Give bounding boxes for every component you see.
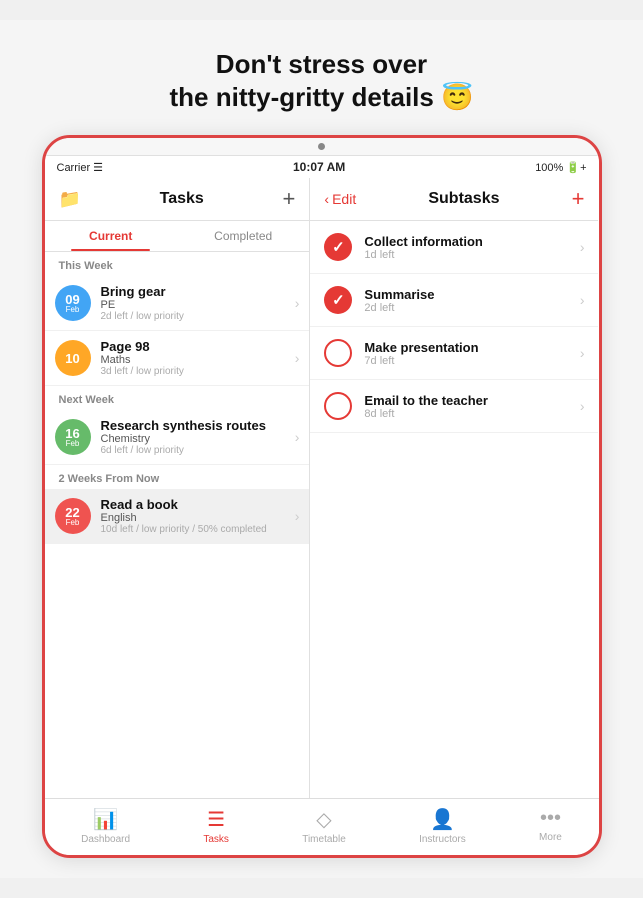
task-meta-page98: 3d left / low priority	[101, 366, 295, 377]
subtask-info-email: Email to the teacher 8d left	[364, 393, 579, 420]
headline-line1: Don't stress over	[216, 49, 427, 79]
instructors-icon: 👤	[430, 807, 455, 832]
check-circle-presentation	[324, 339, 352, 367]
subtask-arrow-email: ›	[580, 398, 585, 414]
task-subject-page98: Maths	[101, 354, 295, 366]
subtask-arrow-summarise: ›	[580, 292, 585, 308]
ipad-frame: Carrier ☰ 10:07 AM 100% 🔋+ 📁 Tasks + Cur…	[42, 135, 602, 858]
headline: Don't stress over the nitty-gritty detai…	[170, 48, 474, 113]
app-content: 📁 Tasks + Current Completed This Week	[45, 178, 599, 798]
ipad-camera-dot	[318, 143, 325, 150]
task-info-page98: Page 98 Maths 3d left / low priority	[101, 339, 295, 377]
nav-label-instructors: Instructors	[419, 834, 466, 845]
subtask-info-presentation: Make presentation 7d left	[364, 340, 579, 367]
task-badge-16: 16 Feb	[55, 419, 91, 455]
task-info-bring-gear: Bring gear PE 2d left / low priority	[101, 284, 295, 322]
checkmark-icon-collect: ✓	[332, 238, 345, 256]
bottom-nav: 📊 Dashboard ☰ Tasks ◇ Timetable 👤 Instru…	[45, 798, 599, 855]
subtask-header: ‹ Edit Subtasks +	[310, 178, 598, 221]
subtasks-title: Subtasks	[356, 190, 571, 208]
check-circle-email	[324, 392, 352, 420]
task-arrow-page98: ›	[295, 350, 300, 366]
more-icon: •••	[540, 807, 561, 830]
tasks-add-button[interactable]: +	[283, 188, 296, 210]
task-subject-bring-gear: PE	[101, 299, 295, 311]
subtask-name-email: Email to the teacher	[364, 393, 579, 408]
task-item-page98[interactable]: 10 Page 98 Maths 3d left / low priority …	[45, 331, 310, 386]
subtask-due-collect: 1d left	[364, 249, 579, 261]
subtask-arrow-collect: ›	[580, 239, 585, 255]
task-arrow-bring-gear: ›	[295, 295, 300, 311]
subtask-name-summarise: Summarise	[364, 287, 579, 302]
dashboard-icon: 📊	[93, 807, 118, 832]
section-next-week: Next Week	[45, 386, 310, 410]
subtask-info-summarise: Summarise 2d left	[364, 287, 579, 314]
subtask-add-button[interactable]: +	[572, 188, 585, 210]
page-wrapper: Don't stress over the nitty-gritty detai…	[0, 20, 643, 878]
headline-line2: the nitty-gritty details 😇	[170, 82, 474, 112]
subtask-item-email[interactable]: Email to the teacher 8d left ›	[310, 380, 598, 433]
tasks-title: Tasks	[160, 190, 204, 208]
task-arrow-read-book: ›	[295, 508, 300, 524]
task-name-read-book: Read a book	[101, 497, 295, 512]
subtask-due-summarise: 2d left	[364, 302, 579, 314]
subtask-info-collect: Collect information 1d left	[364, 234, 579, 261]
task-arrow-research: ›	[295, 429, 300, 445]
tab-current[interactable]: Current	[45, 221, 177, 251]
timetable-icon: ◇	[316, 807, 331, 832]
nav-item-more[interactable]: ••• More	[539, 807, 562, 845]
nav-label-tasks: Tasks	[203, 834, 229, 845]
time-text: 10:07 AM	[293, 160, 345, 174]
task-item-bring-gear[interactable]: 09 Feb Bring gear PE 2d left / low prior…	[45, 276, 310, 331]
task-badge-09: 09 Feb	[55, 285, 91, 321]
section-2weeks: 2 Weeks From Now	[45, 465, 310, 489]
check-circle-collect: ✓	[324, 233, 352, 261]
subtask-due-email: 8d left	[364, 408, 579, 420]
check-circle-summarise: ✓	[324, 286, 352, 314]
task-name-research: Research synthesis routes	[101, 418, 295, 433]
task-meta-bring-gear: 2d left / low priority	[101, 311, 295, 322]
task-name-page98: Page 98	[101, 339, 295, 354]
nav-label-timetable: Timetable	[302, 834, 346, 845]
ipad-top-bar	[45, 138, 599, 156]
task-meta-read-book: 10d left / low priority / 50% completed	[101, 524, 295, 535]
subtask-name-collect: Collect information	[364, 234, 579, 249]
nav-item-tasks[interactable]: ☰ Tasks	[203, 807, 229, 845]
nav-label-more: More	[539, 832, 562, 843]
task-info-research: Research synthesis routes Chemistry 6d l…	[101, 418, 295, 456]
subtask-due-presentation: 7d left	[364, 355, 579, 367]
nav-item-dashboard[interactable]: 📊 Dashboard	[81, 807, 130, 845]
subtask-arrow-presentation: ›	[580, 345, 585, 361]
subtask-item-summarise[interactable]: ✓ Summarise 2d left ›	[310, 274, 598, 327]
edit-button[interactable]: ‹ Edit	[324, 191, 356, 207]
tasks-tabs: Current Completed	[45, 221, 310, 252]
battery-text: 100% 🔋+	[535, 161, 586, 174]
tasks-icon: ☰	[207, 807, 225, 832]
task-badge-22: 22 Feb	[55, 498, 91, 534]
nav-item-instructors[interactable]: 👤 Instructors	[419, 807, 466, 845]
task-subject-read-book: English	[101, 512, 295, 524]
tab-completed[interactable]: Completed	[177, 221, 309, 251]
section-this-week: This Week	[45, 252, 310, 276]
task-item-read-book[interactable]: 22 Feb Read a book English 10d left / lo…	[45, 489, 310, 544]
tasks-header: 📁 Tasks +	[45, 178, 310, 221]
task-meta-research: 6d left / low priority	[101, 445, 295, 456]
subtask-item-collect[interactable]: ✓ Collect information 1d left ›	[310, 221, 598, 274]
task-subject-research: Chemistry	[101, 433, 295, 445]
nav-item-timetable[interactable]: ◇ Timetable	[302, 807, 346, 845]
right-panel: ‹ Edit Subtasks + ✓ Collect information …	[310, 178, 598, 798]
left-panel: 📁 Tasks + Current Completed This Week	[45, 178, 311, 798]
subtask-name-presentation: Make presentation	[364, 340, 579, 355]
task-info-read-book: Read a book English 10d left / low prior…	[101, 497, 295, 535]
task-badge-10: 10	[55, 340, 91, 376]
status-bar: Carrier ☰ 10:07 AM 100% 🔋+	[45, 156, 599, 178]
task-name-bring-gear: Bring gear	[101, 284, 295, 299]
task-item-research[interactable]: 16 Feb Research synthesis routes Chemist…	[45, 410, 310, 465]
nav-label-dashboard: Dashboard	[81, 834, 130, 845]
checkmark-icon-summarise: ✓	[332, 291, 345, 309]
folder-icon: 📁	[59, 189, 81, 210]
carrier-text: Carrier ☰	[57, 161, 104, 174]
subtask-item-presentation[interactable]: Make presentation 7d left ›	[310, 327, 598, 380]
chevron-left-icon: ‹	[324, 191, 329, 207]
